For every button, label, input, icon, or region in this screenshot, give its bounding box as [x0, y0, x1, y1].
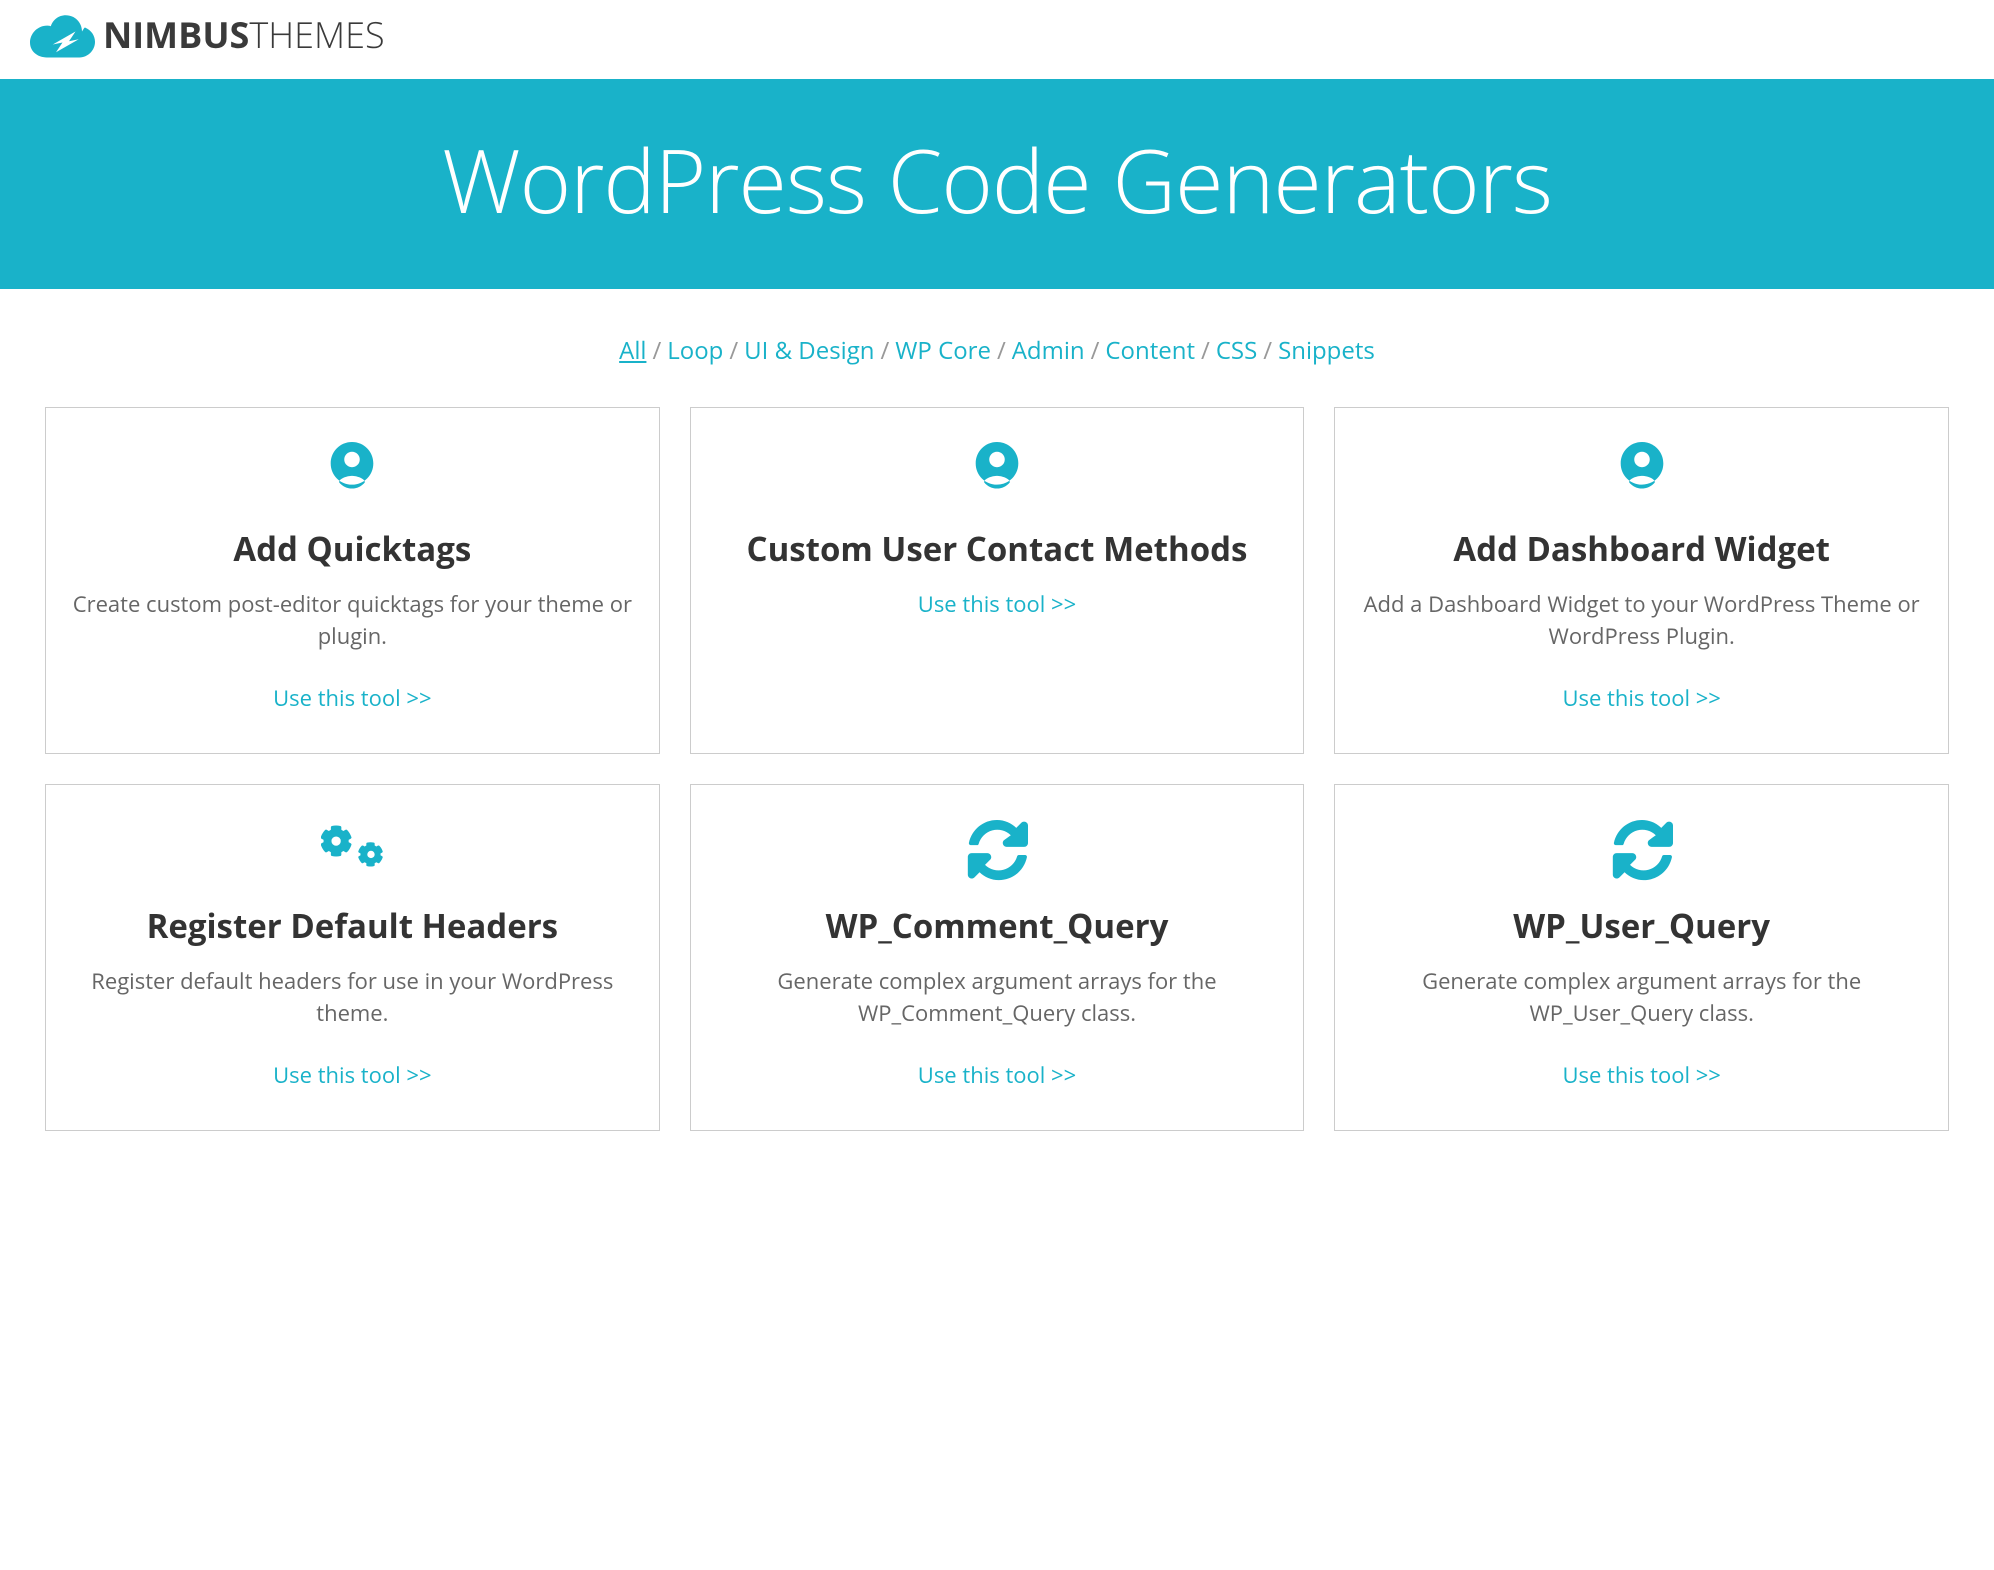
filter-separator: /	[1201, 334, 1210, 367]
page-banner: WordPress Code Generators	[0, 79, 1994, 289]
filter-ui-design[interactable]: UI & Design	[744, 334, 874, 367]
tool-card: WP_User_Query Generate complex argument a…	[1334, 784, 1949, 1131]
card-description: Create custom post-editor quicktags for …	[71, 589, 634, 653]
filter-separator: /	[729, 334, 738, 367]
filter-all[interactable]: All	[619, 334, 646, 367]
user-icon	[716, 443, 1279, 503]
filter-separator: /	[652, 334, 661, 367]
filter-bar: All/Loop/UI & Design/WP Core/Admin/Conte…	[0, 289, 1994, 407]
tool-card: Add Dashboard Widget Add a Dashboard Widg…	[1334, 407, 1949, 754]
filter-wp-core[interactable]: WP Core	[895, 334, 991, 367]
gears-icon	[71, 820, 634, 880]
tool-card: WP_Comment_Query Generate complex argumen…	[690, 784, 1305, 1131]
site-header: NIMBUSTHEMES	[0, 0, 1994, 79]
use-tool-link[interactable]: Use this tool >>	[273, 1060, 431, 1090]
use-tool-link[interactable]: Use this tool >>	[1562, 683, 1720, 713]
card-title: Add Quicktags	[71, 528, 634, 569]
filter-separator: /	[880, 334, 889, 367]
card-title: WP_Comment_Query	[716, 905, 1279, 946]
filter-admin[interactable]: Admin	[1012, 334, 1085, 367]
filter-loop[interactable]: Loop	[667, 334, 723, 367]
refresh-icon	[1360, 820, 1923, 880]
refresh-icon	[716, 820, 1279, 880]
card-description: Register default headers for use in your…	[71, 966, 634, 1030]
tool-card: Register Default Headers Register default…	[45, 784, 660, 1131]
card-grid: Add Quicktags Create custom post-editor q…	[0, 407, 1994, 1171]
filter-css[interactable]: CSS	[1216, 334, 1257, 367]
user-icon	[1360, 443, 1923, 503]
page-title: WordPress Code Generators	[0, 119, 1994, 239]
logo-text: NIMBUSTHEMES	[103, 10, 385, 59]
card-description: Add a Dashboard Widget to your WordPress…	[1360, 589, 1923, 653]
tool-card: Custom User Contact Methods Use this tool…	[690, 407, 1305, 754]
card-title: Add Dashboard Widget	[1360, 528, 1923, 569]
filter-content[interactable]: Content	[1105, 334, 1195, 367]
card-title: WP_User_Query	[1360, 905, 1923, 946]
use-tool-link[interactable]: Use this tool >>	[918, 589, 1076, 619]
card-title: Register Default Headers	[71, 905, 634, 946]
cloud-logo-icon	[30, 12, 95, 57]
use-tool-link[interactable]: Use this tool >>	[918, 1060, 1076, 1090]
user-icon	[71, 443, 634, 503]
card-description: Generate complex argument arrays for the…	[716, 966, 1279, 1030]
filter-separator: /	[1263, 334, 1272, 367]
use-tool-link[interactable]: Use this tool >>	[1562, 1060, 1720, 1090]
card-title: Custom User Contact Methods	[716, 528, 1279, 569]
filter-snippets[interactable]: Snippets	[1278, 334, 1375, 367]
filter-separator: /	[1091, 334, 1100, 367]
use-tool-link[interactable]: Use this tool >>	[273, 683, 431, 713]
card-description: Generate complex argument arrays for the…	[1360, 966, 1923, 1030]
filter-separator: /	[997, 334, 1006, 367]
tool-card: Add Quicktags Create custom post-editor q…	[45, 407, 660, 754]
